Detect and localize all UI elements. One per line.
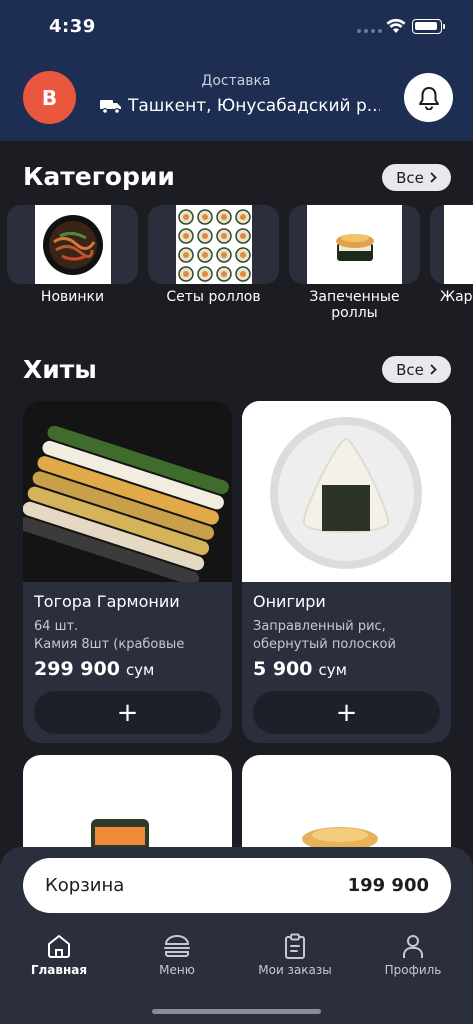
home-indicator bbox=[152, 1009, 321, 1014]
product-description-line: Заправленный рис, bbox=[253, 619, 386, 634]
bell-icon bbox=[418, 86, 439, 110]
nav-label: Меню bbox=[159, 963, 195, 977]
user-icon bbox=[403, 935, 423, 958]
burger-icon bbox=[164, 935, 190, 957]
nav-item-orders[interactable]: Мои заказы bbox=[245, 933, 345, 977]
product-description-line: 64 шт. bbox=[34, 619, 79, 634]
category-image bbox=[148, 205, 279, 284]
categories-carousel[interactable]: Новинки Сеты роллов Запеченные роллы Жар bbox=[0, 205, 473, 330]
hits-all-button[interactable]: Все bbox=[382, 356, 451, 383]
product-card-togora[interactable]: Тогора Гармонии 64 шт. Камия 8шт (крабов… bbox=[23, 401, 232, 743]
cart-total: 199 900 bbox=[347, 875, 429, 896]
category-item-fried[interactable]: Жаре bbox=[430, 205, 473, 305]
address-selector[interactable]: Ташкент, Юнусабадский р... bbox=[100, 96, 380, 116]
hits-all-label: Все bbox=[396, 360, 424, 379]
nav-label: Главная bbox=[30, 963, 88, 977]
cart-button[interactable]: Корзина 199 900 bbox=[23, 858, 451, 913]
product-description: Заправленный рис, обернутый полоской bbox=[253, 618, 440, 654]
category-label: Жаре bbox=[440, 289, 473, 305]
categories-all-button[interactable]: Все bbox=[382, 164, 451, 191]
delivery-label: Доставка bbox=[201, 73, 271, 89]
category-image bbox=[430, 205, 473, 284]
nav-item-menu[interactable]: Меню bbox=[127, 933, 227, 977]
product-price-row: 5 900 сум bbox=[253, 658, 440, 680]
category-label: Запеченные роллы bbox=[309, 289, 400, 321]
chevron-right-icon bbox=[430, 172, 437, 183]
cellular-signal-icon bbox=[357, 29, 382, 33]
status-time: 4:39 bbox=[49, 16, 96, 37]
category-label: Сеты роллов bbox=[166, 289, 261, 305]
app-header: 4:39 B Доставка Ташкент, Юнусабадский р.… bbox=[0, 0, 473, 141]
sushi-platter-image bbox=[23, 401, 232, 582]
onigiri-image bbox=[242, 401, 451, 582]
category-item-baked-rolls[interactable]: Запеченные роллы bbox=[289, 205, 420, 321]
add-to-cart-button[interactable]: + bbox=[253, 691, 440, 734]
nav-item-home[interactable]: Главная bbox=[9, 933, 109, 977]
product-currency: сум bbox=[125, 661, 155, 679]
bottom-navigation: Главная Меню Мои заказы Профиль bbox=[0, 933, 473, 983]
product-image bbox=[242, 401, 451, 582]
nav-label: Мои заказы bbox=[258, 963, 332, 977]
product-name: Тогора Гармонии bbox=[34, 592, 180, 611]
product-price: 299 900 bbox=[34, 658, 120, 680]
product-price-row: 299 900 сум bbox=[34, 658, 221, 680]
hits-title: Хиты bbox=[23, 355, 97, 384]
add-to-cart-button[interactable]: + bbox=[34, 691, 221, 734]
product-name: Онигири bbox=[253, 592, 326, 611]
categories-title: Категории bbox=[23, 162, 175, 191]
category-image bbox=[7, 205, 138, 284]
product-image bbox=[23, 401, 232, 582]
roll-set-image bbox=[177, 208, 251, 282]
product-price: 5 900 bbox=[253, 658, 313, 680]
delivery-truck-icon bbox=[100, 100, 121, 114]
battery-icon bbox=[412, 19, 445, 34]
clipboard-icon bbox=[285, 933, 305, 959]
cart-label: Корзина bbox=[45, 875, 125, 896]
product-currency: сум bbox=[318, 661, 347, 679]
noodle-bowl-image bbox=[42, 214, 103, 275]
wifi-icon bbox=[386, 18, 406, 33]
category-image bbox=[289, 205, 420, 284]
nav-label: Профиль bbox=[384, 963, 442, 977]
baked-roll-image bbox=[335, 233, 374, 261]
product-description: 64 шт. Камия 8шт (крабовые bbox=[34, 618, 221, 654]
delivery-address: Ташкент, Юнусабадский р... bbox=[128, 96, 380, 116]
notifications-button[interactable] bbox=[404, 73, 453, 122]
nav-item-profile[interactable]: Профиль bbox=[363, 933, 463, 977]
category-label: Новинки bbox=[40, 289, 105, 305]
categories-all-label: Все bbox=[396, 168, 424, 187]
category-item-new[interactable]: Новинки bbox=[7, 205, 138, 305]
product-card-onigiri[interactable]: Онигири Заправленный рис, обернутый поло… bbox=[242, 401, 451, 743]
product-description-line: обернутый полоской bbox=[253, 637, 396, 652]
category-item-roll-sets[interactable]: Сеты роллов bbox=[148, 205, 279, 305]
home-icon bbox=[48, 935, 70, 958]
chevron-right-icon bbox=[430, 364, 437, 375]
avatar[interactable]: B bbox=[23, 71, 76, 124]
status-bar: 4:39 bbox=[0, 0, 473, 54]
product-description-line: Камия 8шт (крабовые bbox=[34, 637, 185, 652]
bottom-panel: Корзина 199 900 Главная Меню Мои заказы … bbox=[0, 847, 473, 1024]
